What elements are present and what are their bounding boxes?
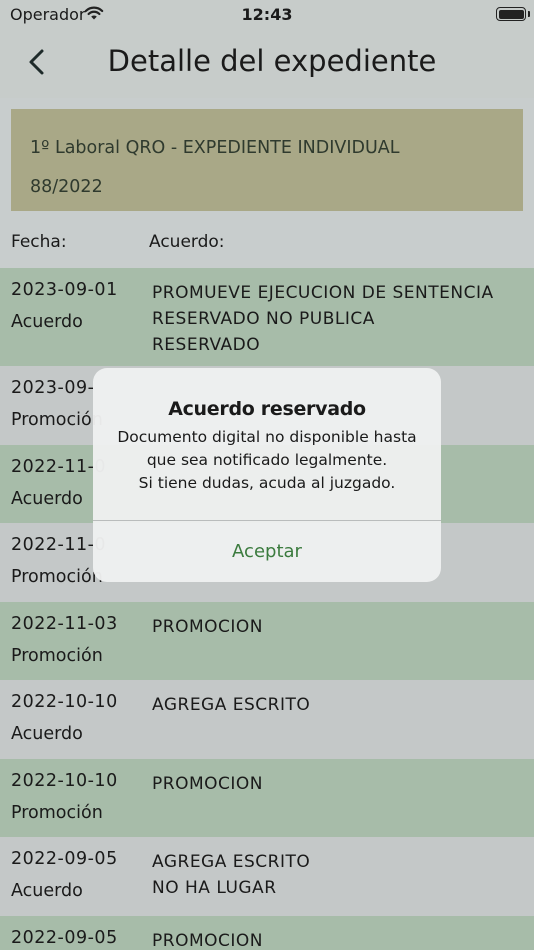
battery-icon xyxy=(496,7,526,21)
status-time: 12:43 xyxy=(241,5,293,24)
navigation-bar: Detalle del expediente xyxy=(0,30,534,98)
item-type: Acuerdo xyxy=(11,724,83,744)
item-date: 2022-11-0 xyxy=(11,456,107,477)
item-date: 2022-11-0 xyxy=(11,535,107,555)
item-type: Promoción xyxy=(11,802,103,823)
item-date: 2023-09-01 xyxy=(11,280,118,300)
item-date: 2023-09- xyxy=(11,378,95,398)
item-description: PROMOCION xyxy=(152,773,263,794)
list-headers: Fecha: Acuerdo: xyxy=(0,232,534,262)
case-number: 88/2022 xyxy=(30,177,103,197)
accept-button[interactable]: Aceptar xyxy=(93,521,441,582)
item-date: 2022-10-10 xyxy=(11,692,118,712)
item-type: Promoción xyxy=(11,645,103,666)
item-date: 2022-09-05 xyxy=(11,849,118,869)
item-type: Acuerdo xyxy=(11,881,83,901)
item-type: Promoción xyxy=(11,410,103,430)
page-title: Detalle del expediente xyxy=(107,44,437,78)
status-bar: Operador 12:43 xyxy=(0,0,534,30)
item-type: Acuerdo xyxy=(11,312,83,332)
alert-message: Documento digital no disponible hasta qu… xyxy=(117,428,417,492)
item-description: AGREGA ESCRITO NO HA LUGAR xyxy=(152,852,311,898)
list-item[interactable]: 2022-10-10 Promoción PROMOCION xyxy=(0,758,534,837)
header-fecha: Fecha: xyxy=(11,232,67,252)
item-date: 2022-10-10 xyxy=(11,770,118,791)
item-description: PROMOCION xyxy=(152,930,263,950)
list-item[interactable]: 2023-09-01 Acuerdo PROMUEVE EJECUCION DE… xyxy=(0,268,534,366)
alert-title: Acuerdo reservado xyxy=(168,398,366,420)
item-date: 2022-09-05 xyxy=(11,927,118,948)
battery-tip xyxy=(528,11,530,17)
item-type: Acuerdo xyxy=(11,488,83,509)
item-description: PROMOCION xyxy=(152,616,263,637)
list-item[interactable]: 2022-09-05 Acuerdo AGREGA ESCRITO NO HA … xyxy=(0,837,534,916)
alert-dialog: Acuerdo reservado Documento digital no d… xyxy=(93,368,441,582)
item-description: AGREGA ESCRITO xyxy=(152,695,311,715)
header-acuerdo: Acuerdo: xyxy=(149,232,225,252)
list-item[interactable]: 2022-09-05 PROMOCION xyxy=(0,915,534,950)
list-item[interactable]: 2022-11-03 Promoción PROMOCION xyxy=(0,601,534,680)
case-court: 1º Laboral QRO - EXPEDIENTE INDIVIDUAL xyxy=(30,138,400,158)
item-type: Promoción xyxy=(11,567,103,587)
case-card: 1º Laboral QRO - EXPEDIENTE INDIVIDUAL 8… xyxy=(11,109,523,211)
item-date: 2022-11-03 xyxy=(11,613,118,634)
list-item[interactable]: 2022-10-10 Acuerdo AGREGA ESCRITO xyxy=(0,680,534,759)
item-description: PROMUEVE EJECUCION DE SENTENCIA RESERVAD… xyxy=(152,283,494,355)
